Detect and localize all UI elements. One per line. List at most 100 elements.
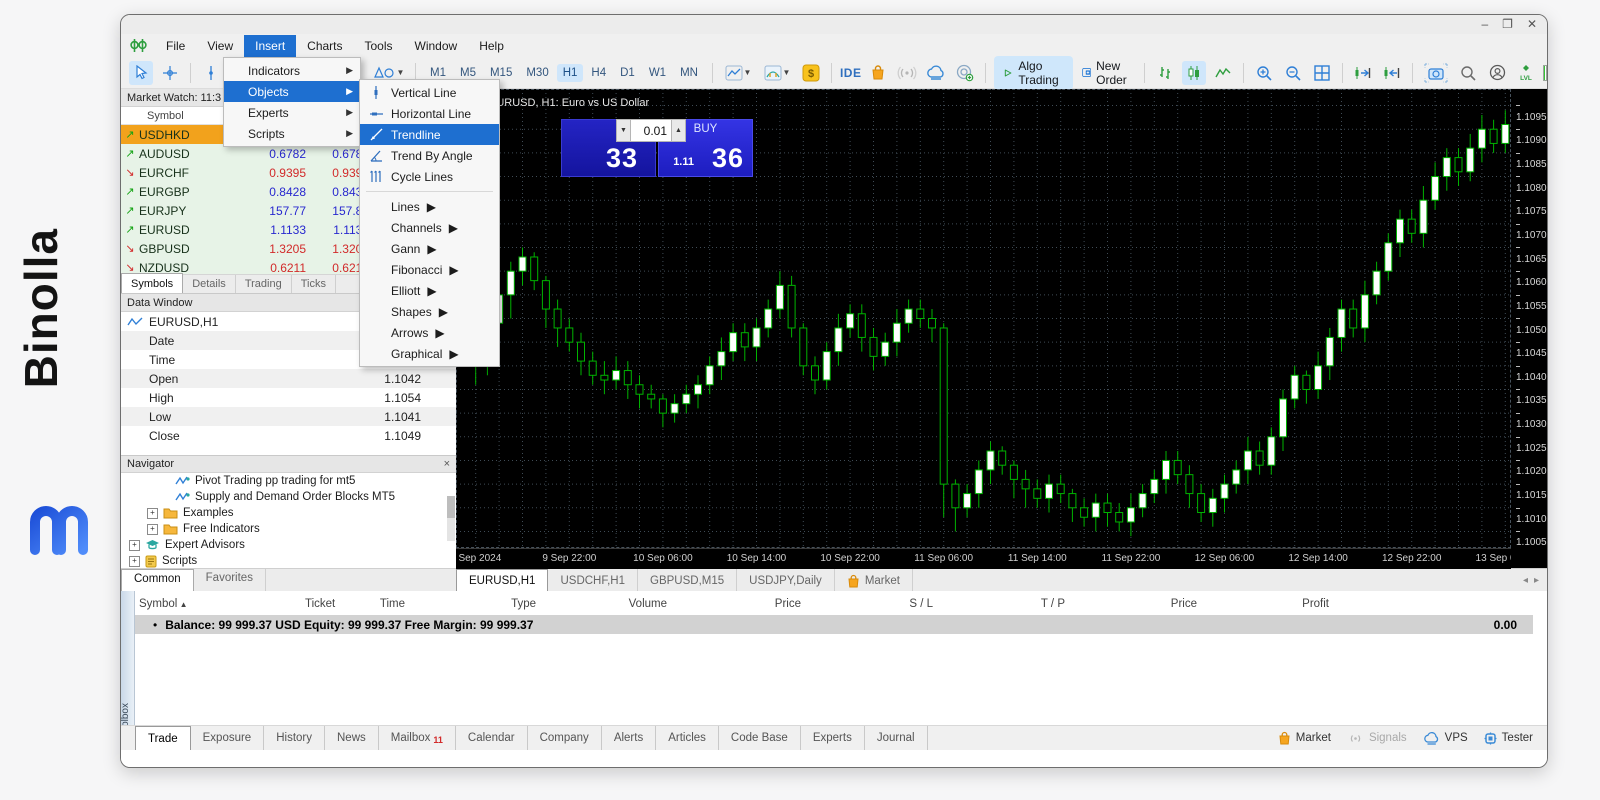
close-button[interactable]: ✕ (1527, 17, 1537, 31)
level-icon[interactable]: LVL (1514, 61, 1538, 85)
toolbox-tab-code-base[interactable]: Code Base (719, 726, 801, 750)
toolbox-side-tab[interactable]: Toolbox (121, 591, 135, 741)
menu-window[interactable]: Window (404, 35, 469, 57)
chart-tab-usdchf-h1[interactable]: USDCHF,H1 (548, 569, 638, 592)
objects-menu-trend-by-angle[interactable]: Trend By Angle (360, 145, 499, 166)
screenshot-button[interactable] (1421, 61, 1451, 85)
menu-help[interactable]: Help (468, 35, 515, 57)
toolbox-tab-exposure[interactable]: Exposure (191, 726, 265, 750)
tab-scroll-left-icon[interactable]: ◂ (1523, 575, 1528, 586)
menu-charts[interactable]: Charts (296, 35, 353, 57)
column-header-s-l[interactable]: S / L (823, 598, 933, 610)
menu-file[interactable]: File (155, 35, 196, 57)
minimize-button[interactable]: – (1481, 17, 1488, 31)
chart-tab-eurusd-h1[interactable]: EURUSD,H1 (456, 569, 548, 592)
zoom-out-button[interactable] (1281, 61, 1305, 85)
vertical-line-tool-button[interactable] (199, 61, 223, 85)
lot-decrease-button[interactable]: ▼ (616, 119, 631, 142)
chart-shift-button[interactable] (1380, 61, 1404, 85)
timeframe-h4[interactable]: H4 (585, 64, 612, 82)
navigator-close-icon[interactable]: × (444, 458, 450, 470)
time-axis[interactable]: 9 Sep 20249 Sep 22:0010 Sep 06:0010 Sep … (456, 548, 1511, 569)
chart-tab-gbpusd-m15[interactable]: GBPUSD,M15 (638, 569, 737, 592)
community-icon[interactable] (953, 61, 977, 85)
toolbox-tab-mailbox[interactable]: Mailbox11 (379, 726, 456, 750)
objects-menu-cycle-lines[interactable]: Cycle Lines (360, 166, 499, 187)
objects-menu-channels[interactable]: Channels▶ (360, 217, 499, 238)
account-icon[interactable] (1485, 61, 1509, 85)
new-order-button[interactable]: New Order (1078, 56, 1137, 90)
search-icon[interactable] (1456, 61, 1480, 85)
candle-chart-type-button[interactable] (1182, 61, 1206, 85)
navigator-scrollbar[interactable] (447, 496, 455, 541)
toolbox-tab-experts[interactable]: Experts (801, 726, 865, 750)
expander-icon[interactable]: + (129, 540, 140, 551)
toolbox-tab-trade[interactable]: Trade (135, 726, 191, 750)
signals-icon[interactable] (895, 61, 919, 85)
lot-size-field[interactable]: 0.01 (631, 119, 671, 142)
menu-insert[interactable]: Insert (244, 35, 296, 57)
column-header-volume[interactable]: Volume (557, 598, 667, 610)
price-axis[interactable]: 1.10951.10901.10851.10801.10751.10701.10… (1511, 89, 1547, 568)
bar-chart-type-button[interactable] (1153, 61, 1177, 85)
column-header-type[interactable]: Type (426, 598, 536, 610)
navigator-header[interactable]: Navigator (127, 458, 174, 470)
toolbox-tab-articles[interactable]: Articles (656, 726, 719, 750)
chart-tab-usdjpy-daily[interactable]: USDJPY,Daily (737, 569, 835, 592)
objects-menu-horizontal-line[interactable]: Horizontal Line (360, 103, 499, 124)
insert-menu-experts[interactable]: Experts▶ (224, 102, 360, 123)
column-header-price[interactable]: Price (1087, 598, 1197, 610)
objects-menu-gann[interactable]: Gann▶ (360, 238, 499, 259)
chart-tab-market[interactable]: Market (835, 569, 913, 592)
objects-menu-graphical[interactable]: Graphical▶ (360, 343, 499, 364)
column-header-time[interactable]: Time (295, 598, 405, 610)
insert-menu-indicators[interactable]: Indicators▶ (224, 60, 360, 81)
ide-button[interactable]: IDE (840, 66, 862, 80)
indicators-button[interactable]: ▼ (760, 61, 794, 85)
market-watch-tab-trading[interactable]: Trading (236, 275, 292, 293)
navigator-item[interactable]: +Expert Advisors (121, 537, 456, 553)
timeframe-mn[interactable]: MN (674, 64, 704, 82)
expander-icon[interactable]: + (129, 556, 140, 567)
toolbox-tab-news[interactable]: News (325, 726, 379, 750)
objects-menu-elliott[interactable]: Elliott▶ (360, 280, 499, 301)
column-header-price[interactable]: Price (691, 598, 801, 610)
currency-button[interactable]: $ (799, 61, 823, 85)
toolbox-tab-alerts[interactable]: Alerts (602, 726, 656, 750)
timeframe-w1[interactable]: W1 (643, 64, 672, 82)
tile-windows-button[interactable] (1310, 61, 1334, 85)
line-chart-type-button[interactable] (1211, 61, 1235, 85)
toolbox-tab-history[interactable]: History (264, 726, 325, 750)
expander-icon[interactable]: + (147, 524, 158, 535)
timeframe-m30[interactable]: M30 (520, 64, 554, 82)
insert-menu-objects[interactable]: Objects▶ (224, 81, 360, 102)
zoom-in-button[interactable] (1252, 61, 1276, 85)
objects-menu-shapes[interactable]: Shapes▶ (360, 301, 499, 322)
navigator-tab-common[interactable]: Common (121, 569, 194, 592)
navigator-item[interactable]: +Scripts (121, 553, 456, 569)
objects-menu-lines[interactable]: Lines▶ (360, 196, 499, 217)
market-watch-tab-details[interactable]: Details (183, 275, 236, 293)
status-tester[interactable]: Tester (1484, 732, 1533, 745)
column-header-t-p[interactable]: T / P (955, 598, 1065, 610)
status-vps[interactable]: VPS (1423, 732, 1468, 745)
auto-scroll-button[interactable] (1351, 61, 1375, 85)
objects-menu-trendline[interactable]: Trendline (360, 124, 499, 145)
toolbox-tab-company[interactable]: Company (528, 726, 602, 750)
cursor-tool-button[interactable] (129, 61, 153, 85)
market-watch-tab-ticks[interactable]: Ticks (292, 275, 336, 293)
status-signals[interactable]: Signals (1347, 732, 1407, 744)
navigator-item[interactable]: Supply and Demand Order Blocks MT5 (121, 489, 456, 505)
menu-view[interactable]: View (196, 35, 244, 57)
objects-menu-fibonacci[interactable]: Fibonacci▶ (360, 259, 499, 280)
cloud-icon[interactable] (924, 61, 948, 85)
navigator-tab-favorites[interactable]: Favorites (194, 569, 266, 592)
status-market[interactable]: Market (1278, 731, 1331, 745)
timeframe-d1[interactable]: D1 (614, 64, 641, 82)
menu-tools[interactable]: Tools (354, 35, 404, 57)
expander-icon[interactable]: + (147, 508, 158, 519)
market-bag-icon[interactable] (866, 61, 890, 85)
restore-button[interactable]: ❐ (1502, 17, 1513, 31)
chart-area[interactable]: EURUSD, H1: Euro vs US Dollar 33 BUY 1.1… (456, 89, 1547, 568)
market-watch-tab-symbols[interactable]: Symbols (121, 273, 183, 293)
